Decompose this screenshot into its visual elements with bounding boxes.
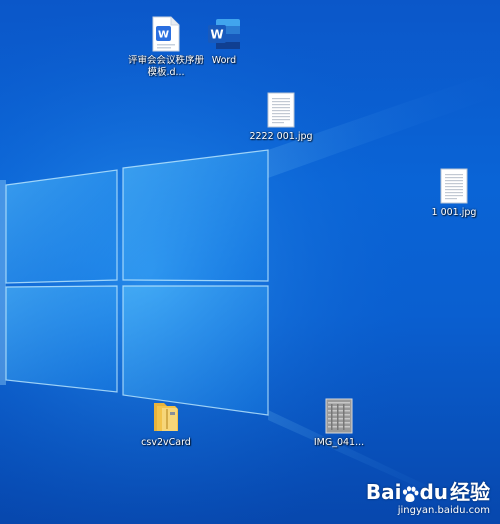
watermark-logo: Bai du 经验: [366, 476, 490, 505]
desktop-icon-label: Word: [211, 55, 237, 66]
desktop[interactable]: W 评审会会议秩序册模板.d... W Word 2222 001.jpg 1 …: [0, 0, 500, 524]
desktop-icon-label: 1 001.jpg: [431, 207, 477, 218]
baidu-jingyan-watermark: Bai du 经验 jingyan.baidu.com: [366, 476, 490, 516]
watermark-cn: 经验: [450, 480, 490, 504]
desktop-icon-folder[interactable]: csv2vCard: [128, 400, 204, 449]
svg-text:W: W: [158, 30, 169, 41]
folder-icon: [154, 403, 178, 431]
wallpaper: [0, 0, 500, 524]
image-file-icon: [325, 398, 353, 434]
watermark-url: jingyan.baidu.com: [397, 505, 490, 516]
desktop-icon-img[interactable]: IMG_041...: [301, 398, 377, 449]
baidu-paw-icon: [403, 485, 419, 502]
jpg-file-icon: [440, 168, 468, 204]
desktop-icon-label: 2222 001.jpg: [249, 131, 313, 142]
desktop-icon-jpg-1[interactable]: 1 001.jpg: [416, 168, 492, 219]
desktop-icon-jpg-2222[interactable]: 2222 001.jpg: [243, 92, 319, 143]
wps-doc-icon: W: [152, 16, 180, 52]
watermark-brand-tail: du: [419, 480, 448, 504]
jpg-file-icon: [267, 92, 295, 128]
desktop-icon-word[interactable]: W Word: [186, 16, 262, 67]
svg-text:W: W: [210, 28, 223, 42]
watermark-brand: Bai: [365, 480, 402, 504]
desktop-icon-label: IMG_041...: [313, 437, 365, 448]
word-app-icon: W: [208, 19, 240, 49]
desktop-icon-label: csv2vCard: [141, 437, 191, 448]
